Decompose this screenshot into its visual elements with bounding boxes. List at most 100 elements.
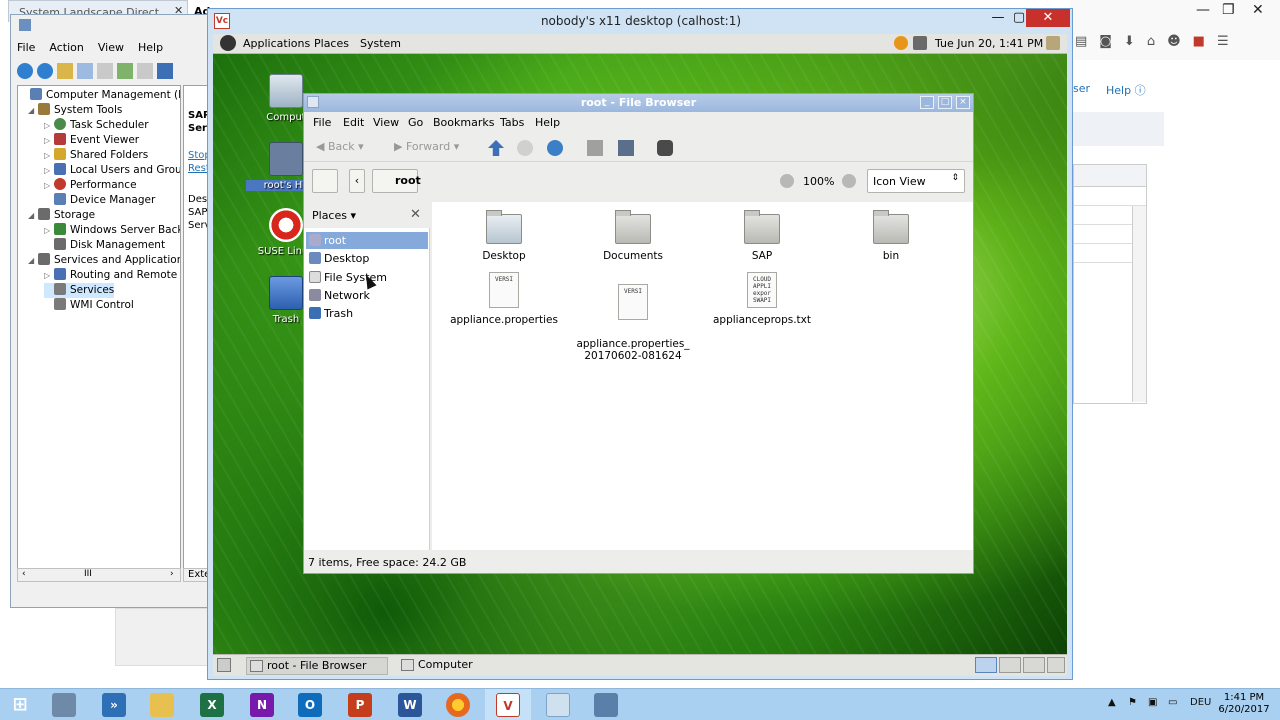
stop-icon[interactable] <box>517 140 533 156</box>
place-trash[interactable]: Trash <box>306 305 428 322</box>
show-hidden-icons[interactable]: ▲ <box>1108 697 1116 708</box>
computer-icon[interactable] <box>618 140 634 156</box>
cm-horizontal-scrollbar[interactable]: ‹ III › <box>17 568 181 582</box>
outlook-icon[interactable]: O <box>298 693 322 717</box>
tree-toggle-icon[interactable]: ▷ <box>44 163 54 178</box>
tree-node-storage[interactable]: ◢ Storage <box>28 208 95 223</box>
places-dropdown[interactable]: Places ▾ <box>312 209 356 222</box>
taskbar-item-computer[interactable]: Computer <box>398 657 538 675</box>
reading-list-icon[interactable]: ▤ <box>1075 34 1087 49</box>
vnc-close-button[interactable]: ✕ <box>1026 9 1070 27</box>
menu-edit[interactable]: Edit <box>343 116 364 129</box>
back-button[interactable]: ◀ Back ▾ <box>316 140 364 153</box>
home-icon[interactable] <box>587 140 603 156</box>
scroll-left-icon[interactable]: ‹ <box>22 569 26 579</box>
help-icon[interactable] <box>157 63 173 79</box>
notepad-icon[interactable] <box>546 693 570 717</box>
tree-node-wmi-control[interactable]: WMI Control <box>44 298 134 313</box>
forward-button[interactable]: ▶ Forward ▾ <box>394 140 459 153</box>
tree-node-performance[interactable]: ▷ Performance <box>44 178 137 193</box>
browser-close-button[interactable]: ✕ <box>1252 2 1264 18</box>
edit-location-icon[interactable] <box>312 169 338 193</box>
vnc-viewer-icon[interactable]: V <box>496 693 520 717</box>
tray-icon-1[interactable]: ⚑ <box>1128 697 1137 708</box>
maximize-button[interactable]: □ <box>938 96 952 109</box>
input-language[interactable]: DEU <box>1190 697 1211 708</box>
properties-icon[interactable] <box>97 63 113 79</box>
show-tree-icon[interactable] <box>77 63 93 79</box>
taskbar-clock[interactable]: 1:41 PM 6/20/2017 <box>1212 692 1276 716</box>
powershell-icon[interactable]: » <box>102 693 126 717</box>
file-item-applianceprops-txt[interactable]: CLOUD APPLI expor SWAPI applianceprops.t… <box>697 272 827 326</box>
menu-icon[interactable]: ☰ <box>1217 34 1229 49</box>
extension-icon[interactable]: ■ <box>1193 34 1205 49</box>
cm-menu-view[interactable]: View <box>98 41 124 54</box>
tree-node-task-scheduler[interactable]: ▷ Task Scheduler <box>44 118 149 133</box>
tree-node-device-manager[interactable]: Device Manager <box>44 193 155 208</box>
table-row[interactable] <box>1074 187 1146 206</box>
minimize-button[interactable]: _ <box>920 96 934 109</box>
file-item-appliance-properties-backup[interactable]: VERSI appliance.properties_ 20170602-081… <box>568 272 698 374</box>
gnome-menu-applications[interactable]: Applications <box>243 37 310 50</box>
workspace-3[interactable] <box>1023 657 1045 673</box>
tree-node-services[interactable]: Services <box>44 283 115 298</box>
zoom-out-icon[interactable] <box>780 174 794 188</box>
show-desktop-icon[interactable] <box>217 658 231 672</box>
home-icon[interactable]: ⌂ <box>1147 34 1155 49</box>
cm-menu-file[interactable]: File <box>17 41 35 54</box>
back-arrow-icon[interactable] <box>17 63 33 79</box>
workspace-2[interactable] <box>999 657 1021 673</box>
tree-toggle-icon[interactable]: ▷ <box>44 118 54 133</box>
tree-toggle-icon[interactable]: ▷ <box>44 178 54 193</box>
pocket-icon[interactable]: ◙ <box>1099 34 1112 49</box>
menu-go[interactable]: Go <box>408 116 423 129</box>
file-explorer-icon[interactable] <box>150 693 174 717</box>
file-item-desktop[interactable]: Desktop <box>439 210 569 262</box>
tree-node-services-applications[interactable]: ◢ Services and Applications <box>28 253 180 268</box>
file-item-appliance-properties[interactable]: VERSI appliance.properties <box>439 272 569 326</box>
tree-toggle-icon[interactable]: ▷ <box>44 148 54 163</box>
file-item-bin[interactable]: bin <box>826 210 956 262</box>
scroll-thumb[interactable]: III <box>84 569 92 579</box>
scroll-right-icon[interactable]: › <box>170 569 174 579</box>
tree-node-computer-management[interactable]: Computer Management (Local <box>20 88 180 103</box>
reload-icon[interactable] <box>547 140 563 156</box>
path-button-root[interactable]: root <box>372 169 421 193</box>
close-button[interactable]: × <box>956 96 970 109</box>
file-item-sap[interactable]: SAP <box>697 210 827 262</box>
export-icon[interactable] <box>137 63 153 79</box>
vnc-titlebar[interactable]: Vc nobody's x11 desktop (calhost:1) — ▢ … <box>208 9 1074 35</box>
folder-icon[interactable] <box>1046 36 1060 50</box>
gnome-foot-icon[interactable] <box>220 35 236 51</box>
tree-node-local-users[interactable]: ▷ Local Users and Groups <box>44 163 180 178</box>
chat-icon[interactable]: ☻ <box>1167 34 1181 49</box>
menu-view[interactable]: View <box>373 116 399 129</box>
gnome-menu-places[interactable]: Places <box>314 37 349 50</box>
tree-node-disk-management[interactable]: Disk Management <box>44 238 165 253</box>
up-arrow-icon[interactable] <box>488 140 504 156</box>
tree-toggle-icon[interactable]: ▷ <box>44 268 54 283</box>
help-link[interactable]: Help ⓘ <box>1106 82 1146 98</box>
cm-menu-help[interactable]: Help <box>138 41 163 54</box>
menu-bookmarks[interactable]: Bookmarks <box>433 116 494 129</box>
place-desktop[interactable]: Desktop <box>306 250 428 267</box>
network-icon[interactable]: ▭ <box>1168 697 1177 708</box>
firefox-icon[interactable] <box>446 693 470 717</box>
windows-start-icon[interactable]: ⊞ <box>8 693 32 717</box>
menu-tabs[interactable]: Tabs <box>500 116 524 129</box>
forward-arrow-icon[interactable] <box>37 63 53 79</box>
tree-toggle-icon[interactable]: ◢ <box>28 253 38 268</box>
onenote-icon[interactable]: N <box>250 693 274 717</box>
browser-restore-button[interactable]: ❐ <box>1222 2 1235 18</box>
tree-node-system-tools[interactable]: ◢ System Tools <box>28 103 122 118</box>
cm-menu-action[interactable]: Action <box>49 41 83 54</box>
tray-icon-2[interactable]: ▣ <box>1148 697 1157 708</box>
tree-node-routing[interactable]: ▷ Routing and Remote Ac <box>44 268 180 283</box>
taskbar-item-file-browser[interactable]: root - File Browser <box>246 657 388 675</box>
tree-node-shared-folders[interactable]: ▷ Shared Folders <box>44 148 148 163</box>
menu-file[interactable]: File <box>313 116 331 129</box>
path-left-button[interactable]: ‹ <box>349 169 365 193</box>
close-sidebar-icon[interactable]: ✕ <box>410 207 421 222</box>
excel-icon[interactable]: X <box>200 693 224 717</box>
tree-node-event-viewer[interactable]: ▷ Event Viewer <box>44 133 139 148</box>
